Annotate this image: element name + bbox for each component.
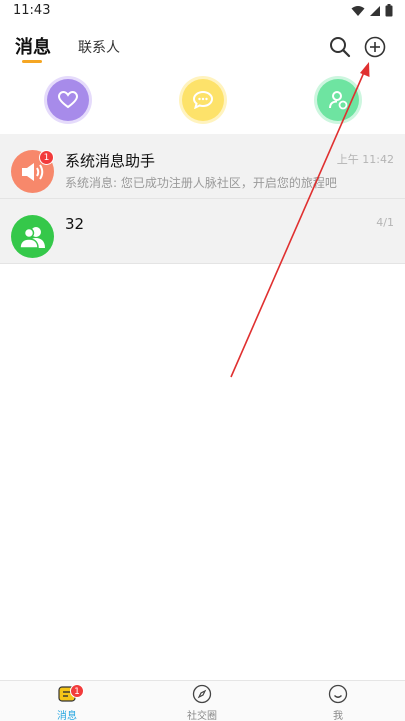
status-icons xyxy=(351,4,393,17)
status-bar: 11:43 xyxy=(0,0,405,24)
top-header: 消息 联系人 xyxy=(0,28,405,68)
active-tab-indicator xyxy=(22,60,42,63)
wifi-icon xyxy=(351,5,365,16)
conversation-title: 系统消息助手 xyxy=(65,152,156,170)
conversation-row[interactable]: 1 系统消息助手 系统消息: 您已成功注册人脉社区，开启您的旅程吧 上午 11:… xyxy=(0,134,405,199)
battery-icon xyxy=(385,4,393,17)
unread-badge: 1 xyxy=(39,150,54,165)
quick-action-likes[interactable] xyxy=(47,79,89,121)
quick-action-chat[interactable] xyxy=(182,79,224,121)
nav-me[interactable]: 我 xyxy=(298,684,378,721)
smiley-icon xyxy=(328,684,348,704)
compass-icon xyxy=(192,684,212,704)
bottom-nav: 1 消息 社交圈 我 xyxy=(0,680,405,721)
add-circle-icon[interactable] xyxy=(363,35,387,59)
heart-icon xyxy=(58,91,78,109)
chat-bubble-icon xyxy=(193,91,213,109)
conversation-title: 32 xyxy=(65,215,85,233)
quick-action-add-contact[interactable] xyxy=(317,79,359,121)
add-contact-icon xyxy=(329,91,348,110)
avatar xyxy=(11,215,54,258)
conversation-row[interactable]: 32 4/1 xyxy=(0,199,405,264)
conversation-time: 上午 11:42 xyxy=(336,153,394,166)
nav-unread-badge: 1 xyxy=(70,684,84,698)
nav-label: 消息 xyxy=(57,711,77,721)
signal-icon xyxy=(370,5,380,16)
tab-messages[interactable]: 消息 xyxy=(15,33,51,59)
conversation-preview: 系统消息: 您已成功注册人脉社区，开启您的旅程吧 xyxy=(65,176,337,190)
search-icon[interactable] xyxy=(329,36,351,58)
status-time: 11:43 xyxy=(13,3,51,18)
conversation-time: 4/1 xyxy=(376,216,394,229)
nav-social-circle[interactable]: 社交圈 xyxy=(162,684,242,721)
nav-messages[interactable]: 1 消息 xyxy=(27,684,107,721)
tab-contacts[interactable]: 联系人 xyxy=(78,37,120,57)
nav-label: 社交圈 xyxy=(187,711,217,721)
group-icon xyxy=(18,226,45,249)
nav-label: 我 xyxy=(333,711,343,721)
conversation-list: 1 系统消息助手 系统消息: 您已成功注册人脉社区，开启您的旅程吧 上午 11:… xyxy=(0,134,405,264)
